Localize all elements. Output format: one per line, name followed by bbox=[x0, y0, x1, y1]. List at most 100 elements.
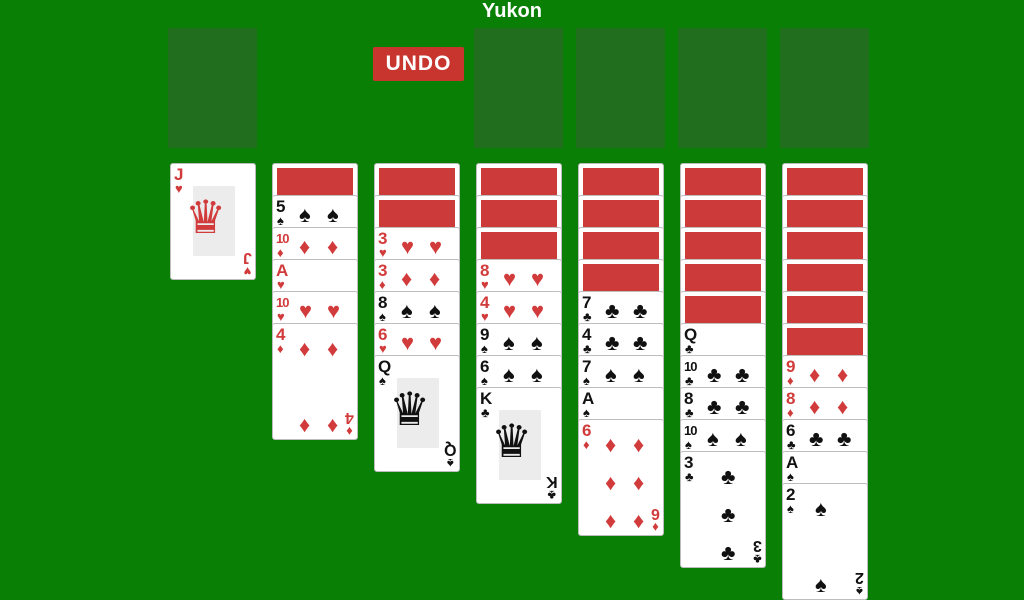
suit-pip-icon: ♦ bbox=[327, 336, 339, 361]
card-suit-icon: ♥ bbox=[481, 277, 489, 292]
suit-pip-icon: ♥ bbox=[503, 298, 517, 323]
suit-pip-icon: ♣ bbox=[837, 426, 852, 451]
suit-pip-icon: ♣ bbox=[633, 298, 648, 323]
card-suit-rotated-icon: ♣ bbox=[547, 488, 557, 503]
suit-pip-icon: ♣ bbox=[735, 394, 750, 419]
suit-pip-icon: ♠ bbox=[429, 298, 441, 323]
card-suit-rotated-icon: ♠ bbox=[856, 584, 863, 599]
foundation-slot-1[interactable] bbox=[474, 28, 563, 148]
playing-card[interactable]: Q ♠ ♛ ♠ Q bbox=[374, 355, 460, 472]
card-suit-icon: ♠ bbox=[379, 309, 386, 324]
suit-pip-icon: ♠ bbox=[531, 362, 543, 387]
card-corner-rotated: ♠ 2 bbox=[855, 569, 864, 599]
suit-pip-icon: ♦ bbox=[401, 266, 413, 291]
card-suit-icon: ♣ bbox=[583, 341, 592, 356]
suit-pip-icon: ♦ bbox=[429, 266, 441, 291]
suit-pip-icon: ♠ bbox=[503, 330, 515, 355]
suit-pip-icon: ♦ bbox=[605, 432, 617, 457]
suit-pip-icon: ♦ bbox=[327, 412, 339, 437]
card-suit-rotated-icon: ♦ bbox=[652, 520, 659, 535]
suit-pip-icon: ♦ bbox=[605, 508, 617, 533]
suit-pip-icon: ♠ bbox=[503, 362, 515, 387]
card-suit-icon: ♠ bbox=[583, 373, 590, 388]
game-title: Yukon bbox=[481, 0, 542, 22]
suit-pip-icon: ♦ bbox=[809, 362, 821, 387]
card-suit-icon: ♣ bbox=[481, 405, 490, 420]
card-suit-icon: ♦ bbox=[583, 437, 590, 452]
suit-pip-icon: ♦ bbox=[299, 412, 311, 437]
card-suit-rotated-icon: ♥ bbox=[243, 264, 252, 279]
card-corner-rotated: ♦ 4 bbox=[345, 409, 354, 439]
suit-pip-icon: ♥ bbox=[299, 298, 313, 323]
card-rank-rotated: K bbox=[546, 473, 558, 490]
card-suit-icon: ♦ bbox=[787, 373, 794, 388]
card-suit-icon: ♠ bbox=[583, 405, 590, 420]
playing-card[interactable]: J ♥ ♛ ♥ J bbox=[170, 163, 256, 280]
suit-pip-icon: ♦ bbox=[633, 432, 645, 457]
card-suit-icon: ♥ bbox=[277, 309, 285, 324]
foundation-slot-3[interactable] bbox=[678, 28, 767, 148]
suit-pip-icon: ♠ bbox=[735, 426, 747, 451]
card-suit-icon: ♠ bbox=[787, 501, 794, 516]
suit-pip-icon: ♦ bbox=[299, 336, 311, 361]
waste-slot[interactable] bbox=[168, 28, 257, 148]
card-corner-rotated: ♣ K bbox=[546, 473, 558, 503]
suit-pip-icon: ♥ bbox=[503, 266, 517, 291]
undo-button[interactable]: UNDO bbox=[373, 47, 464, 81]
suit-pip-icon: ♠ bbox=[815, 496, 827, 521]
suit-pip-icon: ♣ bbox=[707, 394, 722, 419]
card-suit-icon: ♣ bbox=[787, 437, 796, 452]
card-suit-icon: ♥ bbox=[379, 245, 387, 260]
card-rank-rotated: 2 bbox=[855, 569, 864, 586]
playing-card[interactable]: 4 ♦ ♦ ♦ ♦ ♦ ♦ 4 bbox=[272, 323, 358, 440]
suit-pip-icon: ♣ bbox=[735, 362, 750, 387]
card-suit-icon: ♣ bbox=[685, 341, 694, 356]
card-rank-rotated: 4 bbox=[345, 409, 354, 426]
card-rank-rotated: Q bbox=[443, 441, 456, 458]
playing-card[interactable]: 2 ♠ ♠ ♠ ♠ 2 bbox=[782, 483, 868, 600]
card-rank-rotated: J bbox=[243, 249, 252, 266]
card-suit-icon: ♠ bbox=[685, 437, 692, 452]
suit-pip-icon: ♠ bbox=[605, 362, 617, 387]
card-suit-icon: ♠ bbox=[787, 469, 794, 484]
card-suit-rotated-icon: ♠ bbox=[446, 456, 454, 471]
suit-pip-icon: ♠ bbox=[633, 362, 645, 387]
crown-icon: ♛ bbox=[389, 383, 431, 435]
card-suit-icon: ♠ bbox=[481, 373, 488, 388]
card-suit-icon: ♦ bbox=[277, 341, 284, 356]
card-suit-icon: ♠ bbox=[379, 373, 386, 388]
card-suit-icon: ♥ bbox=[277, 277, 285, 292]
suit-pip-icon: ♣ bbox=[605, 330, 620, 355]
crown-icon: ♛ bbox=[185, 191, 227, 243]
card-suit-icon: ♠ bbox=[481, 341, 488, 356]
suit-pip-icon: ♥ bbox=[531, 298, 545, 323]
card-suit-icon: ♥ bbox=[481, 309, 489, 324]
suit-pip-icon: ♦ bbox=[327, 234, 339, 259]
suit-pip-icon: ♥ bbox=[531, 266, 545, 291]
suit-pip-icon: ♦ bbox=[633, 508, 645, 533]
card-suit-icon: ♥ bbox=[379, 341, 387, 356]
playing-card[interactable]: 6 ♦ ♦ ♦ ♦ ♦ ♦ ♦ ♦ 6 bbox=[578, 419, 664, 536]
card-suit-icon: ♣ bbox=[583, 309, 592, 324]
foundation-slot-2[interactable] bbox=[576, 28, 665, 148]
suit-pip-icon: ♥ bbox=[327, 298, 341, 323]
crown-icon: ♛ bbox=[491, 415, 533, 467]
suit-pip-icon: ♣ bbox=[809, 426, 824, 451]
card-suit-rotated-icon: ♦ bbox=[346, 424, 353, 439]
playing-card[interactable]: 3 ♣ ♣ ♣ ♣ ♣ 3 bbox=[680, 451, 766, 568]
suit-pip-icon: ♣ bbox=[721, 502, 736, 527]
card-suit-icon: ♦ bbox=[277, 245, 284, 260]
card-corner-rotated: ♥ J bbox=[243, 249, 252, 279]
card-corner-rotated: ♦ 6 bbox=[651, 505, 660, 535]
playing-card[interactable]: K ♣ ♛ ♣ K bbox=[476, 387, 562, 504]
suit-pip-icon: ♦ bbox=[809, 394, 821, 419]
foundation-slot-4[interactable] bbox=[780, 28, 869, 148]
card-suit-icon: ♦ bbox=[787, 405, 794, 420]
suit-pip-icon: ♠ bbox=[327, 202, 339, 227]
suit-pip-icon: ♦ bbox=[837, 394, 849, 419]
suit-pip-icon: ♠ bbox=[531, 330, 543, 355]
card-suit-icon: ♣ bbox=[685, 373, 694, 388]
card-corner-rotated: ♠ Q bbox=[443, 441, 456, 471]
suit-pip-icon: ♦ bbox=[299, 234, 311, 259]
suit-pip-icon: ♦ bbox=[605, 470, 617, 495]
